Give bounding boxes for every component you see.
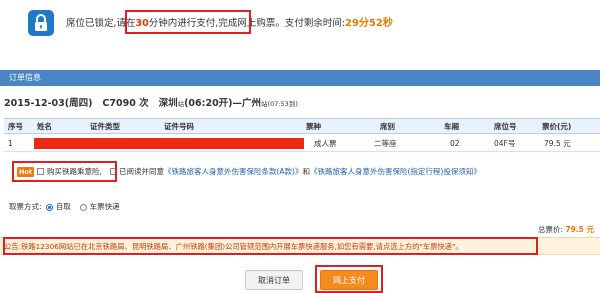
pickup-express-label[interactable]: 车票快递 [90, 202, 120, 211]
insurance-highlight [12, 161, 117, 182]
col-name: 姓名 [37, 122, 52, 131]
row-carriage: 02 [450, 139, 460, 148]
pickup-label: 取票方式: [9, 202, 42, 211]
trip-weekday: (周四) [64, 98, 93, 109]
announcement-highlight [3, 237, 538, 255]
col-price: 票价(元) [542, 122, 572, 131]
total-price: 总票价: 79.5 元 [538, 224, 594, 235]
order-info-header: 订单信息 [0, 70, 600, 86]
pickup-express-radio[interactable] [80, 203, 88, 211]
col-ticket-type: 票种 [306, 122, 321, 131]
depart-time: (06:20开) [184, 98, 233, 109]
row-seat-no: 04F号 [494, 139, 516, 148]
notice-locked: 席位已锁定, [66, 18, 117, 29]
countdown-timer: 29分52秒 [345, 18, 393, 29]
to-station: 广州 [242, 98, 262, 109]
insurance-terms-link-a[interactable]: 《铁路旅客人身意外伤害保险条款(A款)》 [164, 167, 302, 176]
from-station: 深圳 [158, 98, 178, 109]
pickup-self-label[interactable]: 自取 [56, 202, 71, 211]
arrive-time: (07:53到) [267, 100, 298, 108]
trip-summary: 2015-12-03(周四) C7090 次 深圳站(06:20开)—广州站(0… [4, 95, 298, 109]
passenger-table-header: 序号 姓名 证件类型 证件号码 票种 席别 车厢 席位号 票价(元) [4, 118, 600, 134]
total-amount: 79.5 元 [565, 225, 594, 234]
pickup-method: 取票方式: 自取 车票快递 [9, 201, 120, 212]
trip-dash: — [232, 98, 243, 109]
insurance-notice-link[interactable]: 《铁路旅客人身意外伤害保险(指定行程)投保须知》 [310, 167, 481, 176]
col-index: 序号 [8, 122, 23, 131]
col-id-type: 证件类型 [90, 122, 120, 131]
total-label: 总票价: [537, 225, 563, 234]
table-row: 1 成人票 二等座 02 04F号 79.5 元 [4, 136, 600, 152]
cancel-order-button[interactable]: 取消订单 [245, 270, 303, 290]
row-seat-class: 二等座 [374, 139, 397, 148]
agree-text: 已阅读并同意 [119, 167, 164, 176]
pay-button-highlight [315, 265, 383, 293]
col-seat-class: 席别 [380, 122, 395, 131]
row-price: 79.5 元 [544, 139, 571, 148]
col-id-number: 证件号码 [164, 122, 194, 131]
col-carriage: 车厢 [444, 122, 459, 131]
pickup-self-radio[interactable] [46, 203, 54, 211]
insurance-terms: 已阅读并同意《铁路旅客人身意外伤害保险条款(A款)》和《铁路旅客人身意外伤害保险… [119, 166, 481, 177]
trip-date: 2015-12-03 [4, 98, 65, 109]
col-seat-no: 席位号 [494, 122, 517, 131]
row-ticket-type: 成人票 [314, 139, 337, 148]
and-text: 和 [302, 167, 310, 176]
lock-icon [28, 10, 54, 36]
payment-window-highlight [125, 10, 251, 34]
train-number: C7090 次 [102, 98, 149, 109]
row-index: 1 [8, 139, 13, 148]
redacted-passenger-info [34, 138, 304, 149]
